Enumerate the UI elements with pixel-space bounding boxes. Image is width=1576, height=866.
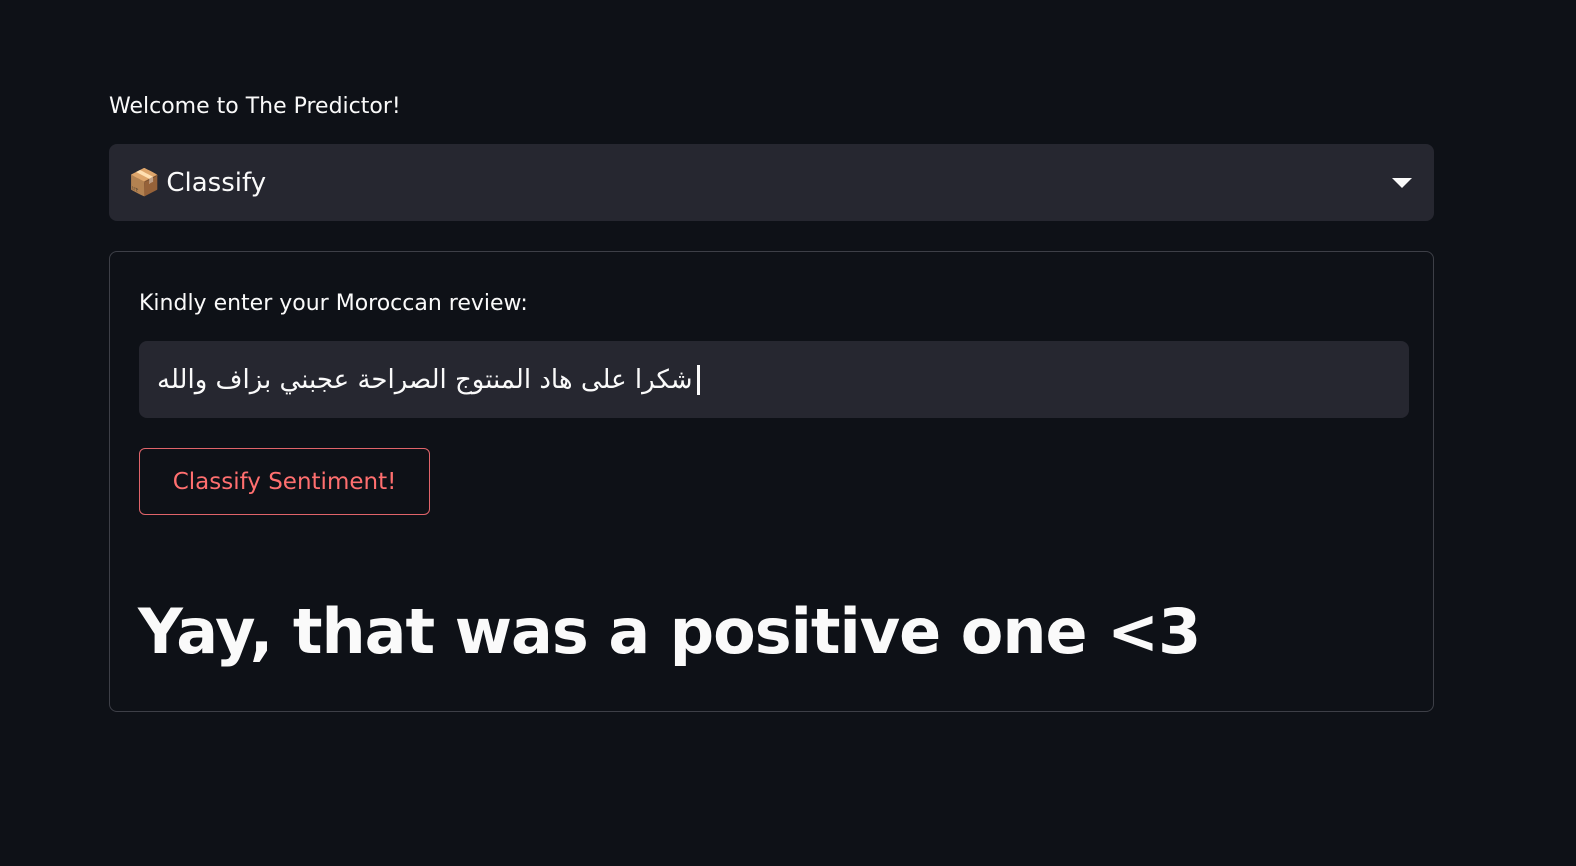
package-icon: 📦	[128, 167, 161, 198]
mode-select-value: Classify	[166, 167, 267, 198]
text-cursor-icon	[696, 364, 700, 395]
app-page: Welcome to The Predictor! 📦 Classify Kin…	[0, 0, 1576, 866]
mode-select[interactable]: 📦 Classify	[109, 144, 1434, 221]
review-input[interactable]: شكرا على هاد المنتوج الصراحة عجبني بزاف …	[139, 341, 1409, 418]
review-form: Kindly enter your Moroccan review: شكرا …	[109, 251, 1434, 712]
chevron-down-icon[interactable]	[1392, 177, 1412, 188]
result-message: Yay, that was a positive one <3	[138, 595, 1201, 668]
review-input-value: شكرا على هاد المنتوج الصراحة عجبني بزاف …	[157, 364, 693, 395]
review-input-label: Kindly enter your Moroccan review:	[139, 291, 528, 316]
classify-sentiment-button[interactable]: Classify Sentiment!	[139, 448, 430, 515]
welcome-label: Welcome to The Predictor!	[109, 94, 401, 119]
